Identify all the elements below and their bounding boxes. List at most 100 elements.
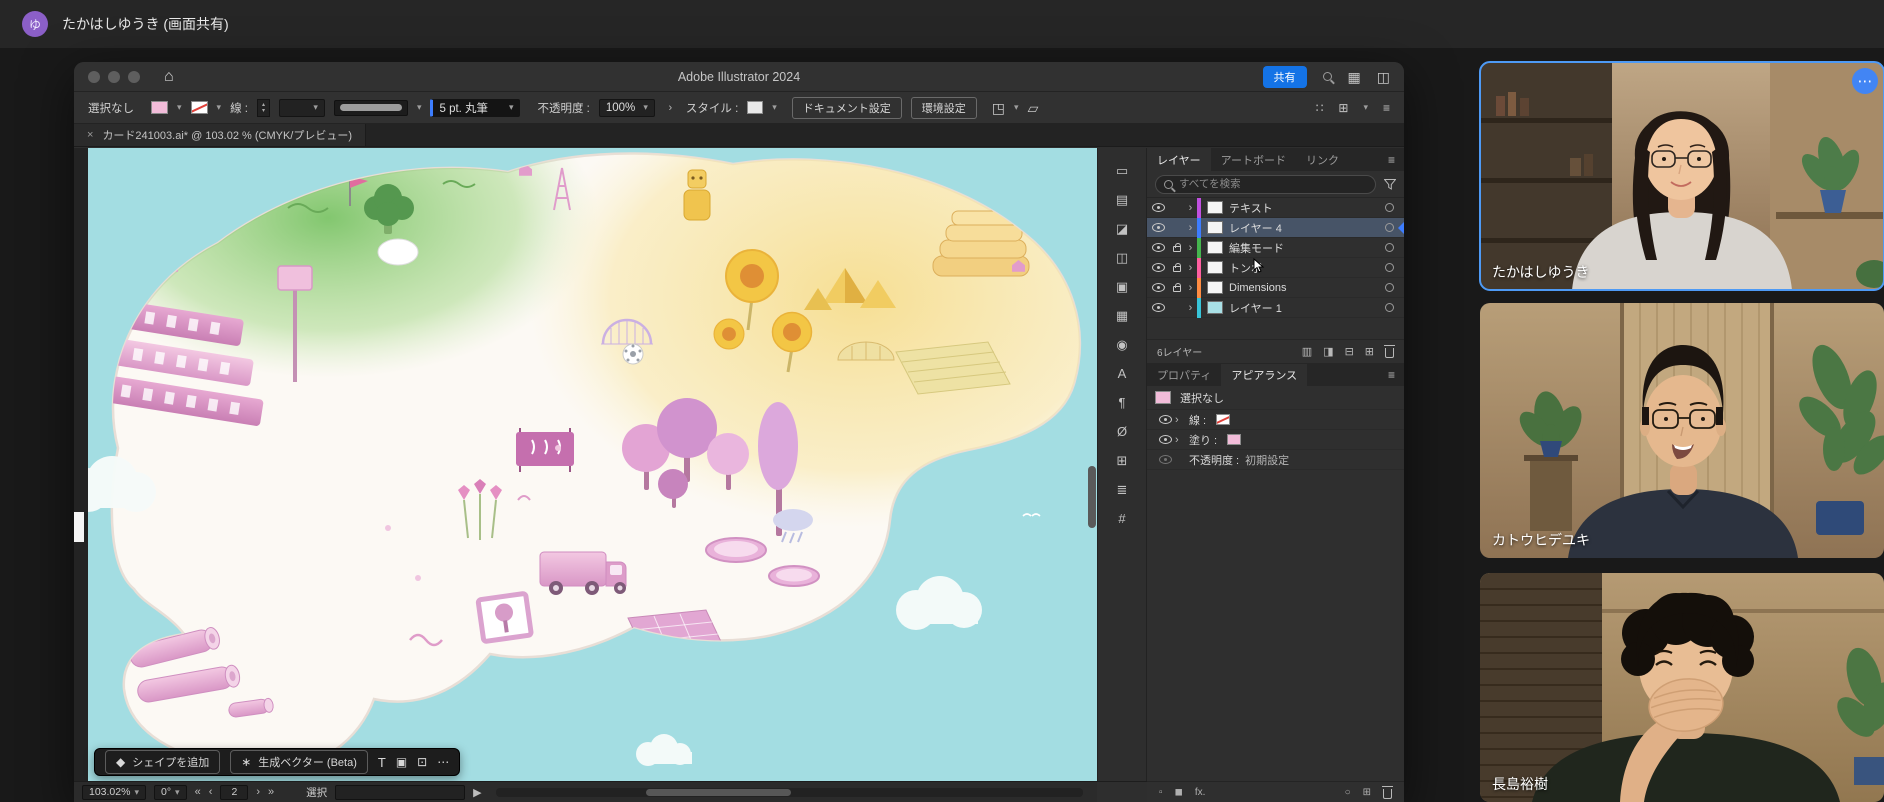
- expand-chevron-icon[interactable]: ›: [1184, 242, 1197, 254]
- vertical-scrollbar[interactable]: [1088, 466, 1096, 528]
- character-panel-icon[interactable]: A: [1098, 359, 1146, 388]
- target-circle[interactable]: [1385, 263, 1394, 272]
- eye-icon[interactable]: [1159, 415, 1172, 424]
- brush-dropdown-icon[interactable]: ▾: [509, 102, 514, 113]
- lock-toggle[interactable]: [1169, 283, 1184, 292]
- tab-layers[interactable]: レイヤー: [1147, 148, 1211, 171]
- toolbar-menu-icon[interactable]: ≡: [1383, 101, 1390, 115]
- transform-panel-icon[interactable]: ⊞: [1098, 446, 1146, 475]
- fill-color-swatch[interactable]: [151, 101, 168, 114]
- delete-layer-icon[interactable]: [1385, 348, 1394, 358]
- lock-toggle[interactable]: [1169, 263, 1184, 272]
- fill-swatch[interactable]: [1227, 434, 1241, 445]
- clear-appearance-icon[interactable]: ○: [1345, 787, 1351, 798]
- style-swatch[interactable]: [747, 101, 763, 114]
- window-close-button[interactable]: [88, 71, 100, 83]
- layer-name[interactable]: 編集モード: [1229, 240, 1385, 256]
- target-circle[interactable]: [1385, 223, 1394, 232]
- next-artboard-icon[interactable]: ›: [256, 786, 260, 798]
- participant-tile[interactable]: ⋯ たかはしゆうき: [1480, 62, 1884, 290]
- panel-menu-icon[interactable]: ≡: [1379, 364, 1404, 386]
- profile-dropdown-icon[interactable]: ▾: [417, 102, 422, 113]
- opacity-panel-chevron[interactable]: ›: [664, 102, 677, 114]
- make-mask-icon[interactable]: ◨: [1323, 345, 1333, 358]
- collect-for-export-icon[interactable]: ▥: [1302, 345, 1312, 358]
- expand-chevron-icon[interactable]: ›: [1184, 202, 1197, 214]
- new-stroke-icon[interactable]: ▫: [1159, 787, 1163, 798]
- layer-row[interactable]: › 編集モード: [1147, 238, 1404, 258]
- artboards-panel-icon[interactable]: ▭: [1098, 156, 1146, 185]
- target-circle[interactable]: [1385, 203, 1394, 212]
- participant-tile[interactable]: カトウヒデユキ: [1480, 303, 1884, 558]
- home-icon[interactable]: ⌂: [164, 68, 174, 86]
- opacity-panel-icon[interactable]: Ø: [1098, 417, 1146, 446]
- document-setup-button[interactable]: ドキュメント設定: [792, 97, 902, 119]
- canvas[interactable]: ◆ シェイプを追加 ∗ 生成ベクター (Beta) T ▣ ⊡ ⋯: [74, 148, 1097, 782]
- visibility-toggle[interactable]: [1147, 203, 1169, 212]
- align-panel-icon[interactable]: ≣: [1098, 475, 1146, 504]
- layer-row[interactable]: › テキスト: [1147, 198, 1404, 218]
- opacity-combo[interactable]: 100% ▾: [599, 99, 655, 117]
- expand-chevron-icon[interactable]: ›: [1184, 262, 1197, 274]
- tool-options-icon[interactable]: ◳: [992, 101, 1005, 115]
- target-circle[interactable]: [1385, 243, 1394, 252]
- workspace-grid-icon[interactable]: ▦: [1348, 70, 1361, 84]
- tab-appearance[interactable]: アピアランス: [1221, 364, 1307, 386]
- visibility-toggle[interactable]: [1147, 283, 1169, 292]
- layer-name[interactable]: Dimensions: [1229, 282, 1385, 294]
- text-tool-icon[interactable]: T: [378, 755, 386, 770]
- gradient-panel-icon[interactable]: ▣: [1098, 272, 1146, 301]
- zoom-dropdown-icon[interactable]: ▾: [134, 787, 139, 798]
- horizontal-scrollbar-thumb[interactable]: [646, 789, 791, 796]
- zoom-combo[interactable]: 103.02% ▾: [82, 785, 146, 800]
- share-button[interactable]: 共有: [1263, 66, 1307, 88]
- visibility-toggle[interactable]: [1147, 243, 1169, 252]
- document-tab[interactable]: × カード241003.ai* @ 103.02 % (CMYK/プレビュー): [74, 124, 366, 146]
- stroke-none-swatch[interactable]: [1216, 414, 1230, 425]
- target-circle[interactable]: [1385, 283, 1394, 292]
- expand-chevron-icon[interactable]: ›: [1184, 282, 1197, 294]
- layers-search-box[interactable]: [1155, 175, 1376, 194]
- layer-row[interactable]: › レイヤー 4: [1147, 218, 1404, 238]
- pattern-panel-icon[interactable]: ▦: [1098, 301, 1146, 330]
- artboard-icon[interactable]: ⊡: [417, 755, 427, 769]
- tool-options-dropdown-icon[interactable]: ▾: [1014, 102, 1019, 113]
- new-sublayer-icon[interactable]: ⊟: [1345, 345, 1354, 358]
- variable-width-profile[interactable]: [334, 100, 408, 116]
- layer-name[interactable]: レイヤー 1: [1229, 300, 1385, 316]
- color-panel-icon[interactable]: ◉: [1098, 330, 1146, 359]
- shear-panel-icon[interactable]: ◪: [1098, 214, 1146, 243]
- paragraph-panel-icon[interactable]: ¶: [1098, 388, 1146, 417]
- expand-chevron-icon[interactable]: ›: [1184, 302, 1197, 314]
- duplicate-item-icon[interactable]: ⊞: [1363, 787, 1371, 798]
- panel-menu-icon[interactable]: ≡: [1379, 148, 1404, 171]
- play-icon[interactable]: ▶: [473, 786, 481, 799]
- expand-chevron-icon[interactable]: ›: [1184, 222, 1197, 234]
- search-icon[interactable]: [1323, 72, 1332, 81]
- layers-search-input[interactable]: [1179, 178, 1367, 190]
- new-fill-icon[interactable]: ◼: [1175, 787, 1183, 798]
- visibility-toggle[interactable]: [1147, 263, 1169, 272]
- appearance-fill-row[interactable]: › 塗り :: [1147, 430, 1404, 450]
- fx-button[interactable]: fx.: [1195, 787, 1206, 798]
- layer-row[interactable]: › レイヤー 1: [1147, 298, 1404, 318]
- eye-icon[interactable]: [1159, 435, 1172, 444]
- appearance-opacity-row[interactable]: 不透明度 : 初期設定: [1147, 450, 1404, 470]
- workspace-switcher-dropdown[interactable]: ▾: [1363, 102, 1368, 113]
- document-grid-icon[interactable]: ▱: [1028, 101, 1039, 115]
- opacity-value[interactable]: 初期設定: [1245, 452, 1289, 468]
- preferences-button[interactable]: 環境設定: [911, 97, 977, 119]
- layer-name[interactable]: レイヤー 4: [1229, 220, 1385, 236]
- last-artboard-icon[interactable]: »: [268, 786, 274, 798]
- brush-definition-combo[interactable]: 5 pt. 丸筆 ▾: [430, 99, 520, 117]
- rotation-combo[interactable]: 0° ▾: [154, 785, 187, 800]
- stepper-down-icon[interactable]: ▾: [262, 108, 265, 114]
- stroke-weight-combo[interactable]: ▾: [279, 99, 325, 117]
- width-panel-icon[interactable]: ◫: [1098, 243, 1146, 272]
- combo-dropdown-icon[interactable]: ▾: [313, 102, 318, 113]
- layer-row[interactable]: › トンボ: [1147, 258, 1404, 278]
- filter-funnel-icon[interactable]: [1384, 179, 1396, 190]
- visibility-toggle[interactable]: [1147, 303, 1169, 312]
- delete-item-icon[interactable]: [1383, 789, 1392, 799]
- target-circle[interactable]: [1385, 303, 1394, 312]
